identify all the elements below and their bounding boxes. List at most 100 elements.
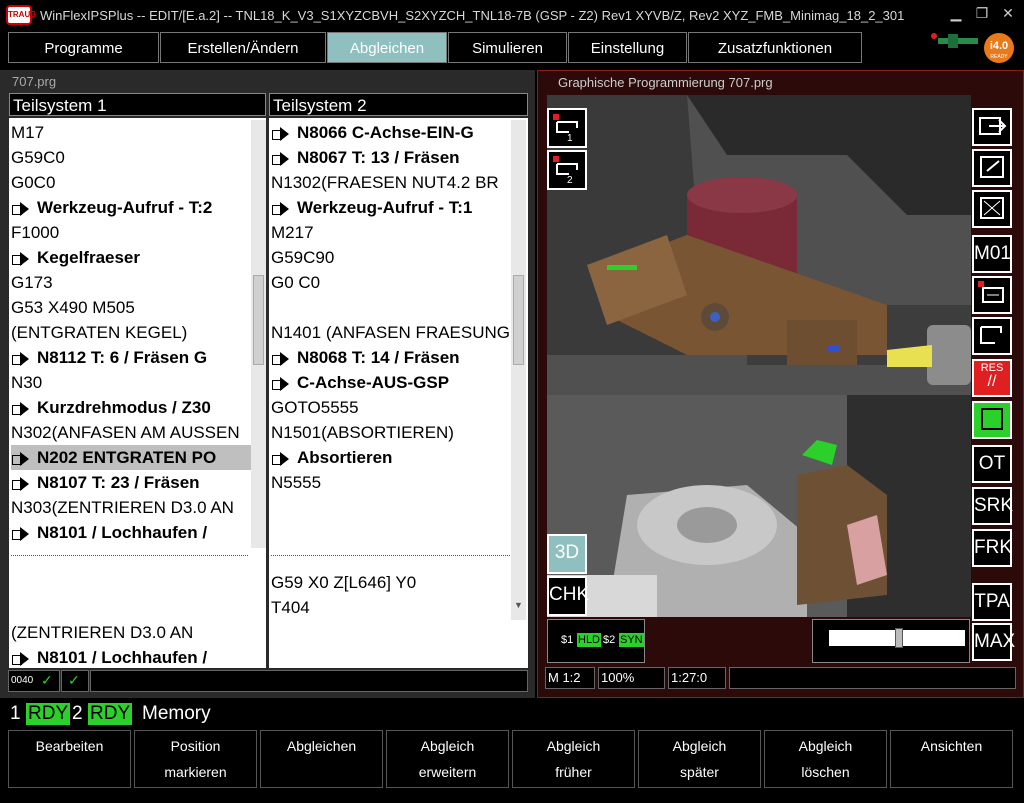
code-line[interactable]: (ENTGRATEN KEGEL)	[11, 320, 266, 345]
code-line[interactable]: M17	[11, 120, 266, 145]
edit-view-button[interactable]	[972, 149, 1012, 187]
chk-button[interactable]: CHK	[547, 576, 589, 616]
col1-scroll-thumb[interactable]	[253, 275, 264, 365]
ts1-select-button[interactable]: 1	[547, 108, 587, 148]
code-line[interactable]: Absortieren	[271, 445, 528, 470]
scroll-down-icon[interactable]: ▼	[514, 600, 523, 610]
code-line[interactable]: N8067 T: 13 / Fräsen	[271, 145, 528, 170]
code-line[interactable]: C-Achse-AUS-GSP	[271, 370, 528, 395]
tab-einstellung[interactable]: Einstellung	[568, 32, 687, 63]
code-line[interactable]: N202 ENTGRATEN PO	[11, 445, 266, 470]
code-line-text: G0C0	[11, 173, 56, 192]
tab-simulieren[interactable]: Simulieren	[448, 32, 567, 63]
fkey-bearbeiten[interactable]: Bearbeiten	[8, 730, 131, 788]
fkey-abgleich-loeschen[interactable]: Abgleich löschen	[764, 730, 887, 788]
code-line-text: M17	[11, 123, 45, 142]
code-line[interactable]: Werkzeug-Aufruf - T:2	[11, 195, 266, 220]
fold-separator	[271, 546, 510, 556]
code-line[interactable]: G0 C0	[271, 270, 528, 295]
tpa-button[interactable]: TPA	[972, 583, 1012, 621]
code-line[interactable]: G53 X490 M505	[11, 295, 266, 320]
fkey-line1: Position	[170, 738, 221, 754]
col2-header: Teilsystem 2	[269, 93, 528, 116]
function-keys: Bearbeiten Position markieren Abgleichen …	[0, 728, 1024, 803]
code-line-text: N1501(ABSORTIEREN)	[271, 423, 454, 442]
tab-erstellen[interactable]: Erstellen/Ändern	[160, 32, 326, 63]
code-line[interactable]: F1000	[11, 220, 266, 245]
code-line[interactable]: N1501(ABSORTIEREN)	[271, 420, 528, 445]
code-line[interactable]: N1302(FRAESEN NUT4.2 BR	[271, 170, 528, 195]
3d-button[interactable]: 3D	[547, 534, 587, 574]
code-line[interactable]: GOTO5555	[271, 395, 528, 420]
block-arrow-icon	[11, 401, 31, 416]
code-line[interactable]: G173	[11, 270, 266, 295]
code-line[interactable]: N1401 (ANFASEN FRAESUNG	[271, 320, 528, 345]
code-line[interactable]: G59C90	[271, 245, 528, 270]
max-button[interactable]: MAX	[972, 623, 1015, 661]
code-line[interactable]: M217	[271, 220, 528, 245]
restore-icon[interactable]: ❐	[970, 4, 994, 22]
code-line[interactable]: Kurzdrehmodus / Z30	[11, 395, 266, 420]
close-icon[interactable]: ✕	[996, 4, 1020, 22]
code-line[interactable]: G0C0	[11, 170, 266, 195]
measure-icon	[978, 281, 1004, 303]
rdy2-badge: RDY	[88, 703, 133, 725]
col2-code[interactable]: N8066 C-Achse-EIN-G N8067 T: 13 / Fräsen N…	[269, 118, 528, 668]
fkey-abgleich-erweitern[interactable]: Abgleich erweitern	[386, 730, 509, 788]
code-line[interactable]: G59C0	[11, 145, 266, 170]
col2-scrollbar[interactable]: ▼	[511, 120, 526, 620]
channel-sync-button[interactable]	[972, 317, 1012, 355]
col1-scrollbar[interactable]	[251, 120, 266, 548]
frk-button[interactable]: FRK	[972, 529, 1012, 567]
minimize-icon[interactable]: ▁	[944, 4, 968, 22]
res-button[interactable]: RES //	[972, 359, 1012, 397]
ts2-select-button[interactable]: 2	[547, 150, 587, 190]
code-line[interactable]: N8101 / Lochhaufen /	[11, 520, 266, 545]
code-line[interactable]: G59 X0 Z[L646] Y0	[271, 570, 416, 595]
code-line-text: M217	[271, 223, 314, 242]
slider-handle[interactable]	[895, 628, 903, 648]
code-line[interactable]: N303(ZENTRIEREN D3.0 AN	[11, 495, 266, 520]
fkey-abgleichen[interactable]: Abgleichen	[260, 730, 383, 788]
step-forward-button[interactable]	[972, 108, 1012, 146]
code-line-text: Werkzeug-Aufruf - T:1	[297, 198, 473, 217]
code-line[interactable]: N8107 T: 23 / Fräsen	[11, 470, 266, 495]
code-line[interactable]: Werkzeug-Aufruf - T:1	[271, 195, 528, 220]
code-line[interactable]: N302(ANFASEN AM AUSSEN	[11, 420, 266, 445]
block-arrow-icon	[11, 451, 31, 466]
fkey-ansichten[interactable]: Ansichten	[890, 730, 1013, 788]
ot-button[interactable]: OT	[972, 445, 1012, 483]
code-line[interactable]: (ZENTRIEREN D3.0 AN	[11, 620, 193, 645]
fkey-abgleich-spaeter[interactable]: Abgleich später	[638, 730, 761, 788]
code-line-text: N1302(FRAESEN NUT4.2 BR	[271, 173, 499, 192]
speed-slider[interactable]	[812, 619, 970, 663]
code-line[interactable]: N5555	[271, 470, 528, 495]
tab-programme[interactable]: Programme	[8, 32, 159, 63]
code-line[interactable]: N8068 T: 14 / Fräsen	[271, 345, 528, 370]
code-line-text: N5555	[271, 473, 322, 492]
code-line-text: F1000	[11, 223, 60, 242]
col1-code[interactable]: M17 G59C0 G0C0 Werkzeug-Aufruf - T:2 F1000 Ke…	[9, 118, 266, 668]
toggle-measure-button[interactable]	[972, 276, 1012, 314]
line-count: 0040	[11, 675, 34, 686]
3d-simulation-view[interactable]	[547, 95, 971, 617]
code-line[interactable]: N8066 C-Achse-EIN-G	[271, 120, 528, 145]
srk-button[interactable]: SRK	[972, 487, 1013, 525]
code-line[interactable]: T404	[271, 595, 310, 620]
col2-scroll-thumb[interactable]	[513, 275, 524, 365]
code-line[interactable]: N8101 / Lochhaufen /	[11, 645, 207, 668]
code-line[interactable]: N8112 T: 6 / Fräsen G	[11, 345, 266, 370]
fkey-position-markieren[interactable]: Position markieren	[134, 730, 257, 788]
tab-abgleichen[interactable]: Abgleichen	[327, 32, 447, 63]
step-forward-icon	[979, 117, 1007, 135]
code-line[interactable]	[271, 295, 528, 320]
fit-view-button[interactable]	[972, 190, 1012, 228]
tab-zusatzfunktionen[interactable]: Zusatzfunktionen	[688, 32, 862, 63]
code-line[interactable]: N30	[11, 370, 266, 395]
m01-button[interactable]: M01	[972, 235, 1012, 273]
code-line-text: N8112 T: 6 / Fräsen G	[37, 348, 208, 367]
block-arrow-icon	[11, 251, 31, 266]
fullscreen-button[interactable]	[972, 401, 1012, 439]
code-line[interactable]: Kegelfraeser	[11, 245, 266, 270]
fkey-abgleich-frueher[interactable]: Abgleich früher	[512, 730, 635, 788]
